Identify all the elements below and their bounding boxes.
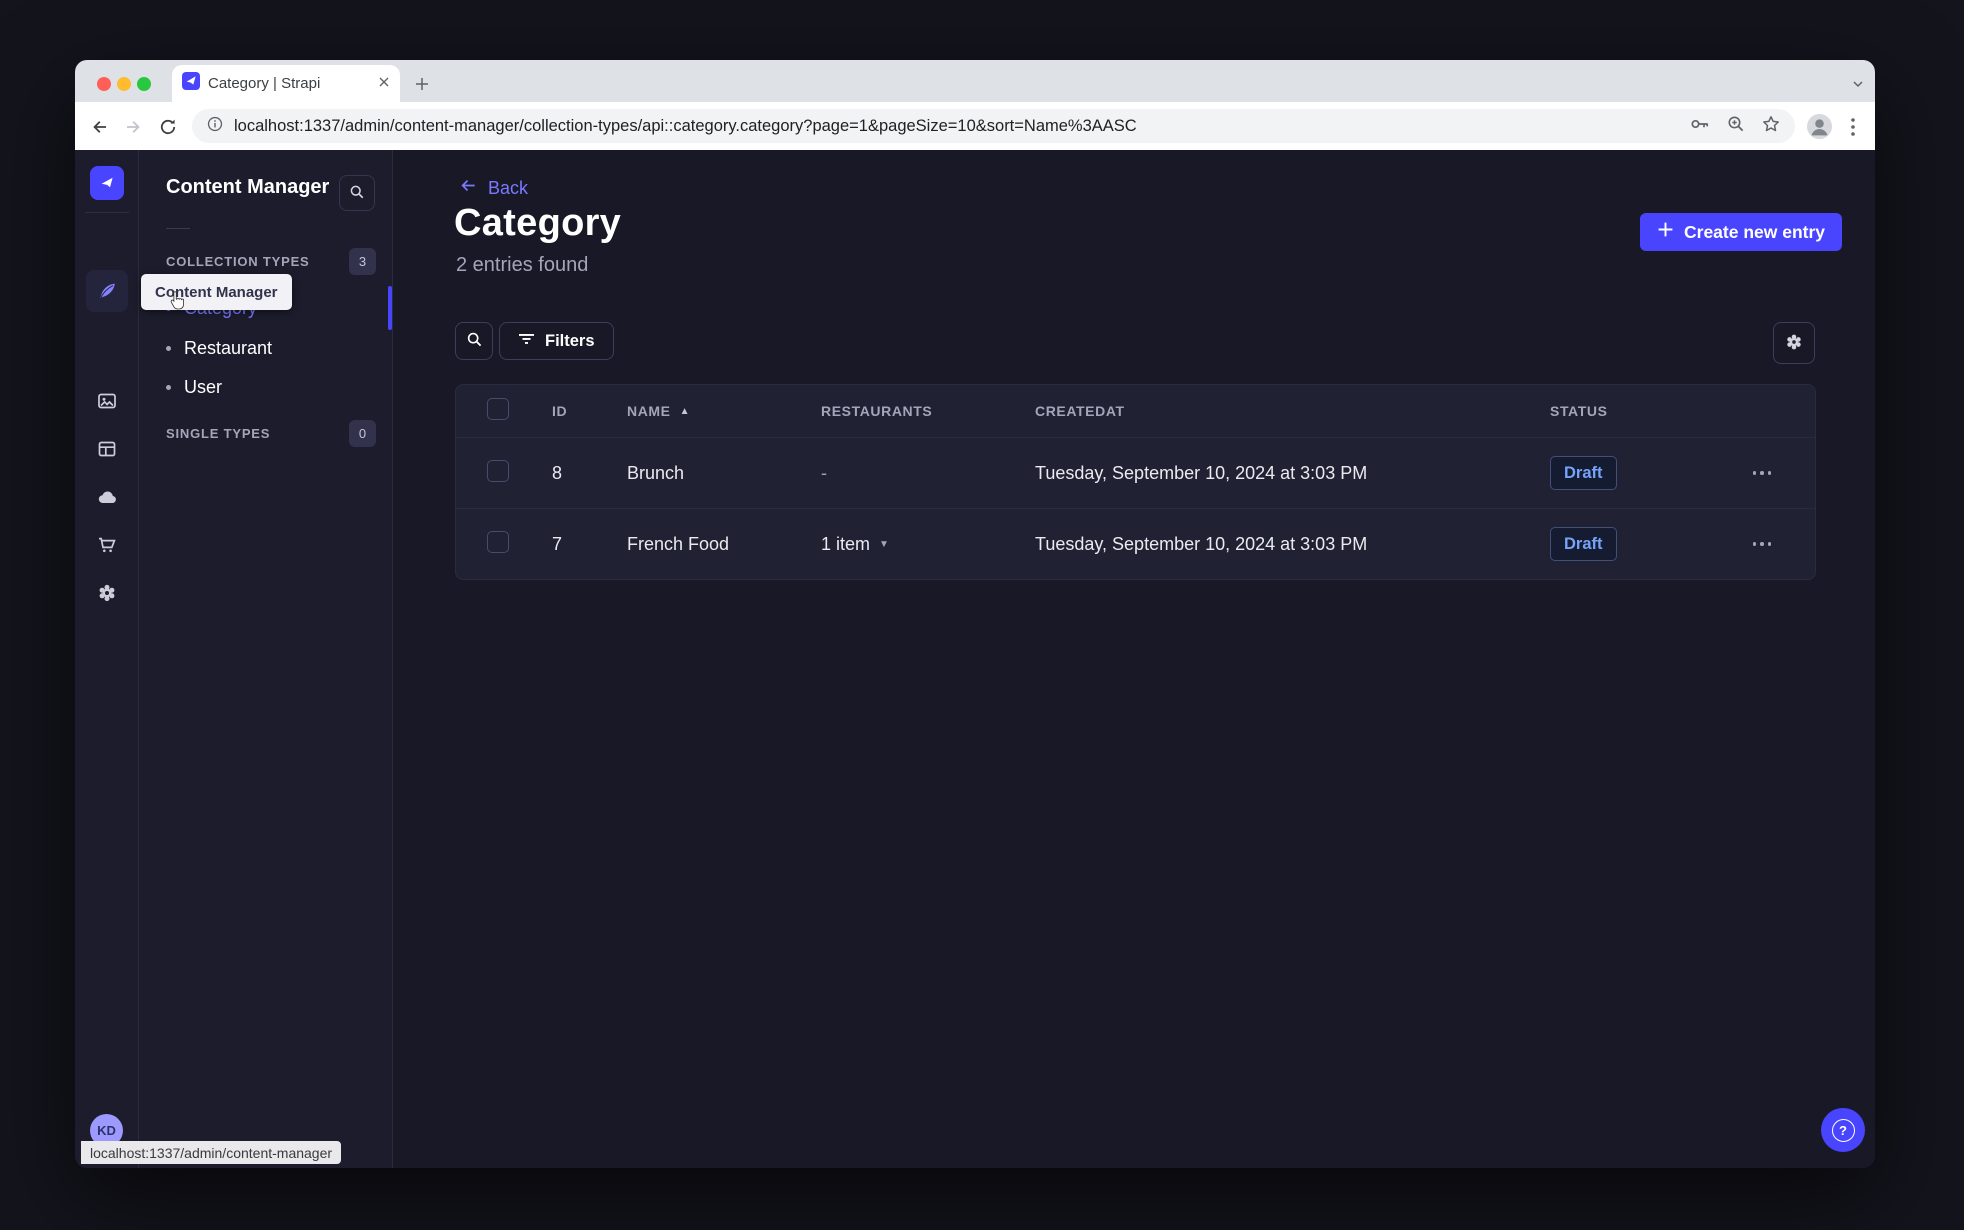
search-icon	[348, 183, 366, 204]
mouse-cursor	[167, 290, 186, 317]
header-status[interactable]: STATUS	[1550, 403, 1741, 419]
table-row[interactable]: 7 French Food 1 item ▼ Tuesday, Septembe…	[456, 508, 1815, 579]
strapi-logo[interactable]	[90, 166, 124, 200]
browser-menu-icon[interactable]	[1844, 115, 1862, 139]
collection-types-label: COLLECTION TYPES	[166, 254, 310, 269]
row-checkbox[interactable]	[487, 531, 509, 553]
rail-divider	[85, 212, 129, 213]
tab-title: Category | Strapi	[208, 75, 321, 92]
chevron-down-icon: ▼	[879, 538, 889, 550]
minimize-window-button[interactable]	[117, 77, 131, 91]
question-mark-icon: ?	[1831, 1118, 1855, 1142]
create-new-entry-button[interactable]: Create new entry	[1640, 213, 1843, 251]
forward-nav-icon[interactable]	[121, 115, 145, 139]
select-all-checkbox[interactable]	[487, 398, 509, 420]
bookmark-star-icon[interactable]	[1761, 114, 1781, 139]
cell-restaurants: -	[821, 462, 827, 483]
entries-table: ID NAME ▲ RESTAURANTS CREATEDAT STATUS 8…	[455, 384, 1816, 580]
cell-name: Brunch	[627, 462, 685, 483]
sidebar-title: Content Manager	[166, 176, 330, 198]
row-checkbox[interactable]	[487, 460, 509, 482]
main-nav-rail: KD	[75, 150, 139, 1168]
filter-icon	[518, 332, 535, 351]
row-actions-menu[interactable]	[1745, 459, 1779, 487]
bullet-icon	[166, 345, 171, 351]
cell-id: 7	[552, 533, 563, 554]
url-text[interactable]: localhost:1337/admin/content-manager/col…	[234, 117, 1679, 136]
sidebar-search-button[interactable]	[339, 175, 375, 211]
browser-toolbar: localhost:1337/admin/content-manager/col…	[75, 102, 1875, 150]
strapi-favicon	[182, 72, 200, 95]
status-badge: Draft	[1550, 527, 1617, 561]
strapi-admin-page: KD Content Manager COLLECTION TYPES 3 Ca…	[75, 150, 1875, 1168]
plus-icon	[1657, 221, 1674, 243]
collection-types-count-badge: 3	[349, 248, 376, 275]
url-bar[interactable]: localhost:1337/admin/content-manager/col…	[192, 109, 1795, 143]
maximize-window-button[interactable]	[137, 77, 151, 91]
marketplace-cart-icon[interactable]	[95, 533, 119, 557]
view-settings-button[interactable]	[1773, 322, 1815, 364]
bullet-icon	[166, 384, 171, 390]
category-list-view: Back Category 2 entries found Create new…	[393, 150, 1875, 1168]
search-icon	[465, 330, 484, 352]
table-search-button[interactable]	[455, 322, 493, 360]
entries-count: 2 entries found	[456, 254, 589, 276]
browser-profile-avatar[interactable]	[1806, 113, 1833, 145]
single-types-label: SINGLE TYPES	[166, 426, 271, 441]
password-key-icon[interactable]	[1689, 114, 1711, 139]
content-manager-tooltip: Content Manager	[141, 274, 292, 310]
back-nav-icon[interactable]	[88, 115, 112, 139]
close-window-button[interactable]	[97, 77, 111, 91]
header-name[interactable]: NAME ▲	[627, 403, 821, 419]
zoom-icon[interactable]	[1726, 114, 1746, 139]
browser-tab[interactable]: Category | Strapi	[172, 65, 400, 102]
filters-button[interactable]: Filters	[499, 322, 614, 360]
table-header-row: ID NAME ▲ RESTAURANTS CREATEDAT STATUS	[456, 385, 1815, 437]
header-createdat[interactable]: CREATEDAT	[1035, 403, 1550, 419]
cell-restaurants[interactable]: 1 item ▼	[821, 534, 1035, 555]
back-link[interactable]: Back	[459, 176, 528, 200]
status-badge: Draft	[1550, 456, 1617, 490]
cell-id: 8	[552, 462, 563, 483]
browser-window: Category | Strapi localhost:1337/admin/c…	[75, 60, 1875, 1168]
site-info-icon[interactable]	[206, 115, 224, 138]
reload-icon[interactable]	[156, 115, 180, 139]
tab-search-chevron-icon[interactable]	[1845, 71, 1871, 97]
row-actions-menu[interactable]	[1745, 530, 1779, 558]
content-type-builder-icon[interactable]	[95, 437, 119, 461]
sort-ascending-icon[interactable]: ▲	[680, 406, 691, 417]
single-types-count-badge: 0	[349, 420, 376, 447]
link-preview-statusbar: localhost:1337/admin/content-manager	[81, 1141, 342, 1164]
gear-icon	[1784, 332, 1804, 355]
cell-name: French Food	[627, 533, 730, 554]
table-row[interactable]: 8 Brunch - Tuesday, September 10, 2024 a…	[456, 437, 1815, 508]
media-library-icon[interactable]	[95, 389, 119, 413]
header-id[interactable]: ID	[552, 403, 627, 419]
cell-createdat: Tuesday, September 10, 2024 at 3:03 PM	[1035, 462, 1368, 483]
cloud-icon[interactable]	[95, 485, 119, 509]
sidebar-divider	[166, 228, 190, 229]
browser-tabstrip: Category | Strapi	[75, 60, 1875, 102]
page-title: Category	[454, 202, 622, 244]
sidebar-item-user[interactable]: User	[166, 375, 222, 399]
content-manager-icon[interactable]	[95, 279, 119, 303]
arrow-left-icon	[459, 176, 478, 200]
active-item-indicator	[388, 286, 392, 330]
new-tab-button[interactable]	[409, 71, 435, 97]
tab-close-icon[interactable]	[378, 75, 390, 93]
help-button[interactable]: ?	[1821, 1108, 1865, 1152]
sidebar-item-restaurant[interactable]: Restaurant	[166, 336, 272, 360]
cell-createdat: Tuesday, September 10, 2024 at 3:03 PM	[1035, 533, 1368, 554]
settings-gear-icon[interactable]	[95, 581, 119, 605]
header-restaurants[interactable]: RESTAURANTS	[821, 403, 1035, 419]
